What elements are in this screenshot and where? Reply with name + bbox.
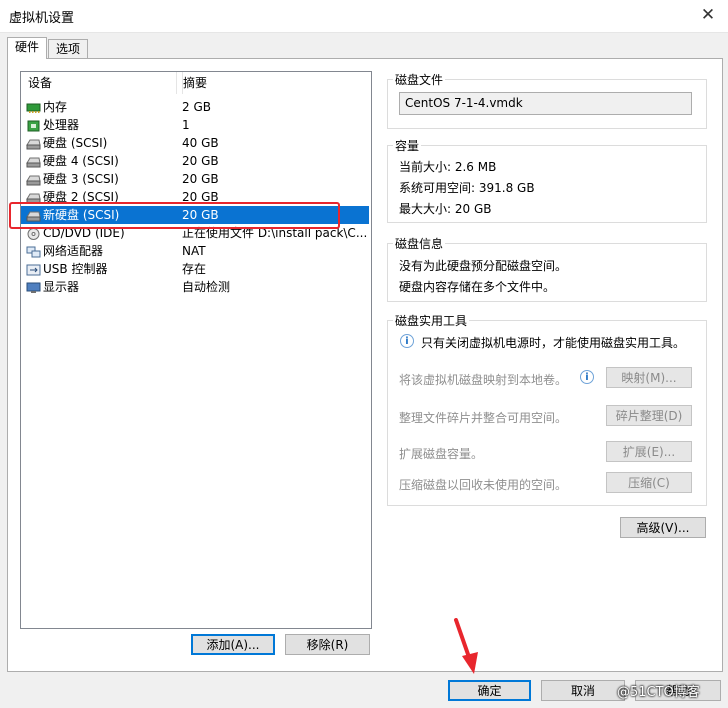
device-summary: NAT — [182, 244, 206, 258]
device-row-usb-controller[interactable]: USB 控制器 存在 — [21, 260, 369, 278]
advanced-button[interactable]: 高级(V)... — [620, 517, 706, 538]
info-icon: i — [580, 370, 594, 384]
highlight-box — [9, 202, 340, 229]
device-row-hard-disk-3[interactable]: 硬盘 3 (SCSI) 20 GB — [21, 170, 369, 188]
disk-file-label: 磁盘文件 — [393, 71, 446, 88]
system-free-text: 系统可用空间: 391.8 GB — [399, 181, 535, 195]
device-summary: 自动检测 — [182, 280, 231, 294]
add-button[interactable]: 添加(A)... — [191, 634, 275, 655]
hard-disk-icon — [26, 137, 41, 150]
cancel-button[interactable]: 取消 — [541, 680, 625, 701]
device-summary: 2 GB — [182, 100, 211, 114]
tab-hardware[interactable]: 硬件 — [7, 37, 47, 59]
device-name: USB 控制器 — [43, 262, 108, 276]
usb-icon — [26, 263, 41, 276]
current-size-text: 当前大小: 2.6 MB — [399, 160, 497, 174]
device-row-hard-disk-4[interactable]: 硬盘 4 (SCSI) 20 GB — [21, 152, 369, 170]
capacity-label: 容量 — [393, 137, 422, 154]
column-header-summary[interactable]: 摘要 — [183, 72, 369, 94]
column-header-device[interactable]: 设备 — [21, 72, 183, 94]
device-name: 处理器 — [43, 118, 80, 132]
annotation-arrow-icon — [452, 618, 482, 679]
device-summary: 20 GB — [182, 172, 219, 186]
utilities-notice: 只有关闭虚拟机电源时，才能使用磁盘实用工具。 — [421, 336, 686, 350]
device-name: 显示器 — [43, 280, 80, 294]
info-icon: i — [400, 334, 414, 348]
map-description: 将该虚拟机磁盘映射到本地卷。 — [399, 373, 568, 387]
device-summary: 20 GB — [182, 154, 219, 168]
hard-disk-icon — [26, 155, 41, 168]
device-summary: 40 GB — [182, 136, 219, 150]
device-name: 网络适配器 — [43, 244, 104, 258]
defrag-button[interactable]: 碎片整理(D) — [606, 405, 692, 426]
processor-icon — [26, 119, 41, 132]
disk-info-line-2: 硬盘内容存储在多个文件中。 — [399, 280, 556, 294]
device-row-hard-disk[interactable]: 硬盘 (SCSI) 40 GB — [21, 134, 369, 152]
device-list[interactable]: 设备 摘要 内存 2 GB 处理器 1 硬盘 (SCSI) 40 GB 硬盘 4… — [20, 71, 372, 629]
device-name: 内存 — [43, 100, 68, 114]
disk-info-line-1: 没有为此硬盘预分配磁盘空间。 — [399, 259, 568, 273]
device-name: 硬盘 4 (SCSI) — [43, 154, 119, 168]
compact-button[interactable]: 压缩(C) — [606, 472, 692, 493]
device-row-network-adapter[interactable]: 网络适配器 NAT — [21, 242, 369, 260]
defrag-description: 整理文件碎片并整合可用空间。 — [399, 411, 568, 425]
device-name: 硬盘 (SCSI) — [43, 136, 108, 150]
window-title: 虚拟机设置 — [9, 11, 75, 26]
expand-button[interactable]: 扩展(E)... — [606, 441, 692, 462]
disk-utilities-label: 磁盘实用工具 — [393, 312, 470, 329]
remove-button[interactable]: 移除(R) — [285, 634, 370, 655]
disk-info-label: 磁盘信息 — [393, 235, 446, 252]
column-header-summary-label: 摘要 — [183, 76, 208, 90]
device-summary: 存在 — [182, 262, 207, 276]
device-summary: 1 — [182, 118, 190, 132]
display-icon — [26, 281, 41, 293]
memory-icon — [26, 101, 41, 113]
tab-options[interactable]: 选项 — [48, 39, 88, 59]
hard-disk-icon — [26, 173, 41, 186]
device-row-memory[interactable]: 内存 2 GB — [21, 98, 369, 116]
title-bar — [0, 0, 728, 33]
column-divider[interactable] — [176, 72, 177, 94]
expand-description: 扩展磁盘容量。 — [399, 447, 484, 461]
close-icon[interactable]: ✕ — [696, 4, 720, 28]
map-button[interactable]: 映射(M)... — [606, 367, 692, 388]
compact-description: 压缩磁盘以回收未使用的空间。 — [399, 478, 568, 492]
max-size-text: 最大大小: 20 GB — [399, 202, 492, 216]
watermark: @51CTO博客 — [617, 685, 700, 700]
network-adapter-icon — [26, 245, 41, 258]
device-row-processor[interactable]: 处理器 1 — [21, 116, 369, 134]
ok-button[interactable]: 确定 — [448, 680, 531, 701]
disk-file-field[interactable]: CentOS 7-1-4.vmdk — [399, 92, 692, 115]
device-row-display[interactable]: 显示器 自动检测 — [21, 278, 369, 296]
device-name: 硬盘 3 (SCSI) — [43, 172, 119, 186]
